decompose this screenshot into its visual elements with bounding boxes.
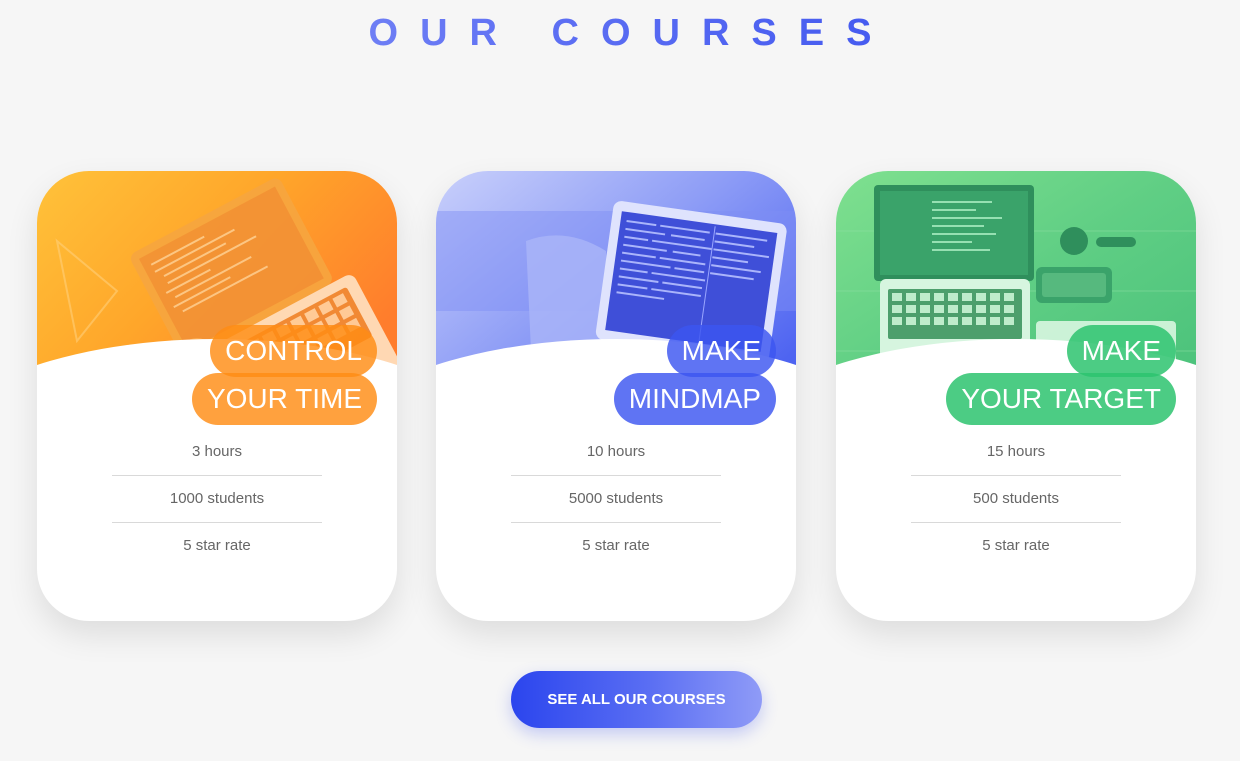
courses-section: OUR COURSES CONTROL YOUR TIME 3 hours 10…	[0, 0, 1240, 761]
course-rating: 5 star rate	[112, 522, 322, 569]
course-card-make-your-target[interactable]: MAKE YOUR TARGET 15 hours 500 students 5…	[836, 171, 1196, 621]
course-stats: 15 hours 500 students 5 star rate	[911, 429, 1121, 569]
course-card-make-mindmap[interactable]: MAKE MINDMAP 10 hours 5000 students 5 st…	[436, 171, 796, 621]
course-title-line-2: YOUR TIME	[191, 373, 377, 425]
course-title-line-2: MINDMAP	[613, 373, 776, 425]
course-title-line-1: MAKE	[1066, 325, 1176, 377]
course-rating: 5 star rate	[511, 522, 721, 569]
course-stats: 10 hours 5000 students 5 star rate	[511, 429, 721, 569]
course-card-control-your-time[interactable]: CONTROL YOUR TIME 3 hours 1000 students …	[37, 171, 397, 621]
course-students: 1000 students	[112, 475, 322, 522]
course-duration: 15 hours	[986, 443, 1046, 460]
course-students: 500 students	[911, 475, 1121, 522]
course-title-line-1: MAKE	[666, 325, 776, 377]
see-all-courses-button[interactable]: SEE ALL OUR COURSES	[511, 671, 762, 728]
course-title-line-1: CONTROL	[210, 325, 377, 377]
course-duration: 10 hours	[586, 443, 646, 460]
course-rating: 5 star rate	[911, 522, 1121, 569]
course-title-line-2: YOUR TARGET	[946, 373, 1176, 425]
course-students: 5000 students	[511, 475, 721, 522]
course-duration: 3 hours	[191, 443, 243, 460]
section-title: OUR COURSES	[0, 10, 1240, 56]
course-stats: 3 hours 1000 students 5 star rate	[112, 429, 322, 569]
